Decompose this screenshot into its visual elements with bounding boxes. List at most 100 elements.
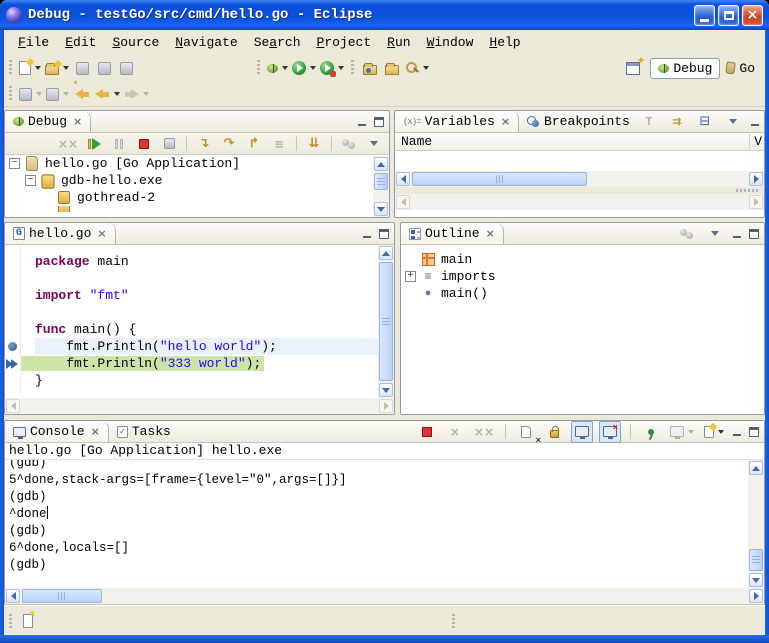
open-resource-button[interactable] xyxy=(381,57,403,79)
close-icon[interactable]: × xyxy=(73,115,82,128)
scroll-left-button[interactable] xyxy=(396,195,410,209)
debug-tree-item-partial[interactable] xyxy=(5,206,389,212)
scroll-down-button[interactable] xyxy=(374,202,388,216)
editor-vertical-scrollbar[interactable] xyxy=(378,245,394,398)
collapse-all-button[interactable]: ⊟ xyxy=(694,111,716,133)
editor-body[interactable]: package main import "fmt" func main() { … xyxy=(5,245,394,398)
drop-to-frame-button[interactable]: ⇊ xyxy=(303,133,325,155)
remove-all-terminated-button[interactable]: ×× xyxy=(56,133,80,155)
variables-detail-scrollbar[interactable] xyxy=(395,194,764,210)
scrollbar-thumb[interactable] xyxy=(749,549,763,571)
back-button[interactable] xyxy=(93,83,122,105)
show-stderr-button[interactable]: × xyxy=(599,421,621,443)
menu-search[interactable]: Search xyxy=(246,32,309,53)
maximize-view-icon[interactable] xyxy=(749,427,759,437)
run-launch-button[interactable] xyxy=(290,57,318,79)
display-selected-console-button[interactable] xyxy=(668,421,696,443)
outline-item-main[interactable]: main xyxy=(401,251,764,268)
menu-file[interactable]: File xyxy=(10,32,57,53)
console-horizontal-scrollbar[interactable] xyxy=(5,588,764,604)
tab-breakpoints[interactable]: Breakpoints xyxy=(519,111,638,132)
step-over-button[interactable]: ↷ xyxy=(218,133,240,155)
console-vertical-scrollbar[interactable] xyxy=(748,460,764,588)
open-type-button[interactable] xyxy=(359,57,381,79)
close-icon[interactable]: × xyxy=(486,227,495,240)
editor-gutter[interactable] xyxy=(5,245,21,398)
minimize-view-icon[interactable] xyxy=(732,427,743,437)
scroll-left-button[interactable] xyxy=(396,172,410,186)
tab-console[interactable]: Console × xyxy=(5,421,109,442)
perspective-go-button[interactable]: Go xyxy=(726,61,755,76)
toolbar-grip[interactable] xyxy=(351,60,354,76)
scroll-lock-button[interactable] xyxy=(543,421,565,443)
outline-item-main[interactable]: ●main() xyxy=(401,285,764,302)
menu-navigate[interactable]: Navigate xyxy=(167,32,245,53)
tab-variables[interactable]: (x)= Variables × xyxy=(395,111,519,132)
maximize-view-icon[interactable] xyxy=(374,117,384,127)
debug-tree-item-hellogo[interactable]: −hello.go [Go Application] xyxy=(5,155,389,172)
minimize-view-icon[interactable] xyxy=(362,229,373,239)
minimize-view-icon[interactable] xyxy=(750,117,761,127)
minimize-view-icon[interactable] xyxy=(732,229,743,239)
minimize-button[interactable] xyxy=(694,5,715,26)
last-edit-location-button[interactable]: * xyxy=(71,83,93,105)
console-output[interactable]: (gdb)5^done,stack-args=[frame={level="0"… xyxy=(5,460,764,588)
menu-window[interactable]: Window xyxy=(419,32,482,53)
scroll-left-button[interactable] xyxy=(6,399,20,413)
variables-detail-sash[interactable] xyxy=(395,187,764,194)
toolbar-grip[interactable] xyxy=(9,60,12,76)
variables-view-menu-button[interactable] xyxy=(722,111,744,133)
toolbar-grip[interactable] xyxy=(9,86,12,102)
use-step-filters-button[interactable]: ≡ xyxy=(268,133,290,155)
titlebar[interactable]: Debug - testGo/src/cmd/hello.go - Eclips… xyxy=(0,0,769,30)
terminate-button[interactable] xyxy=(133,133,155,155)
scroll-right-button[interactable] xyxy=(749,195,763,209)
print-button[interactable] xyxy=(115,57,137,79)
scroll-up-button[interactable] xyxy=(374,157,388,171)
statusbar-wizard-icon[interactable] xyxy=(23,614,33,628)
scroll-up-button[interactable] xyxy=(749,461,763,475)
pin-console-button[interactable] xyxy=(640,421,662,443)
next-annotation-button[interactable] xyxy=(17,83,44,105)
external-tools-button[interactable] xyxy=(318,57,346,79)
expander-minus-icon[interactable]: − xyxy=(25,175,36,186)
maximize-view-icon[interactable] xyxy=(749,229,759,239)
remove-all-launches-button[interactable]: ×× xyxy=(472,421,496,443)
variables-column-header[interactable]: Name V xyxy=(395,133,764,151)
expander-plus-icon[interactable]: + xyxy=(405,271,416,282)
expander-minus-icon[interactable]: − xyxy=(9,158,20,169)
close-button[interactable]: × xyxy=(742,5,763,26)
outline-view-menu-button[interactable] xyxy=(704,223,726,245)
code-area[interactable]: package main import "fmt" func main() { … xyxy=(21,245,394,398)
maximize-view-icon[interactable] xyxy=(379,229,389,239)
disconnect-button[interactable] xyxy=(158,133,180,155)
scroll-right-button[interactable] xyxy=(379,399,393,413)
scroll-up-button[interactable] xyxy=(379,246,393,260)
menu-help[interactable]: Help xyxy=(481,32,528,53)
scroll-down-button[interactable] xyxy=(379,383,393,397)
variables-table[interactable] xyxy=(395,151,764,171)
step-return-button[interactable]: ↱ xyxy=(243,133,265,155)
search-button[interactable] xyxy=(403,57,431,79)
debug-extra-button[interactable] xyxy=(338,133,360,155)
prev-annotation-button[interactable] xyxy=(44,83,71,105)
debug-vertical-scrollbar[interactable] xyxy=(373,156,389,217)
new-wizard-button[interactable] xyxy=(17,57,43,79)
show-type-names-button[interactable]: T xyxy=(638,111,660,133)
show-stdout-button[interactable] xyxy=(571,421,593,443)
close-icon[interactable]: × xyxy=(97,227,106,240)
debug-tree-item-gdb-helloexe[interactable]: −gdb-hello.exe xyxy=(5,172,389,189)
tab-outline[interactable]: Outline × xyxy=(401,223,504,244)
menu-run[interactable]: Run xyxy=(379,32,418,53)
tab-debug[interactable]: Debug × xyxy=(5,111,91,132)
menu-edit[interactable]: Edit xyxy=(57,32,104,53)
new-project-button[interactable] xyxy=(43,57,71,79)
scroll-right-button[interactable] xyxy=(749,589,763,603)
console-terminate-button[interactable] xyxy=(416,421,438,443)
scroll-left-button[interactable] xyxy=(6,589,20,603)
remove-launch-button[interactable]: × xyxy=(444,421,466,443)
resume-button[interactable] xyxy=(83,133,105,155)
close-icon[interactable]: × xyxy=(91,425,100,438)
debug-tree-item-gothread-2[interactable]: gothread-2 xyxy=(5,189,389,206)
variables-horizontal-scrollbar[interactable] xyxy=(395,171,764,187)
